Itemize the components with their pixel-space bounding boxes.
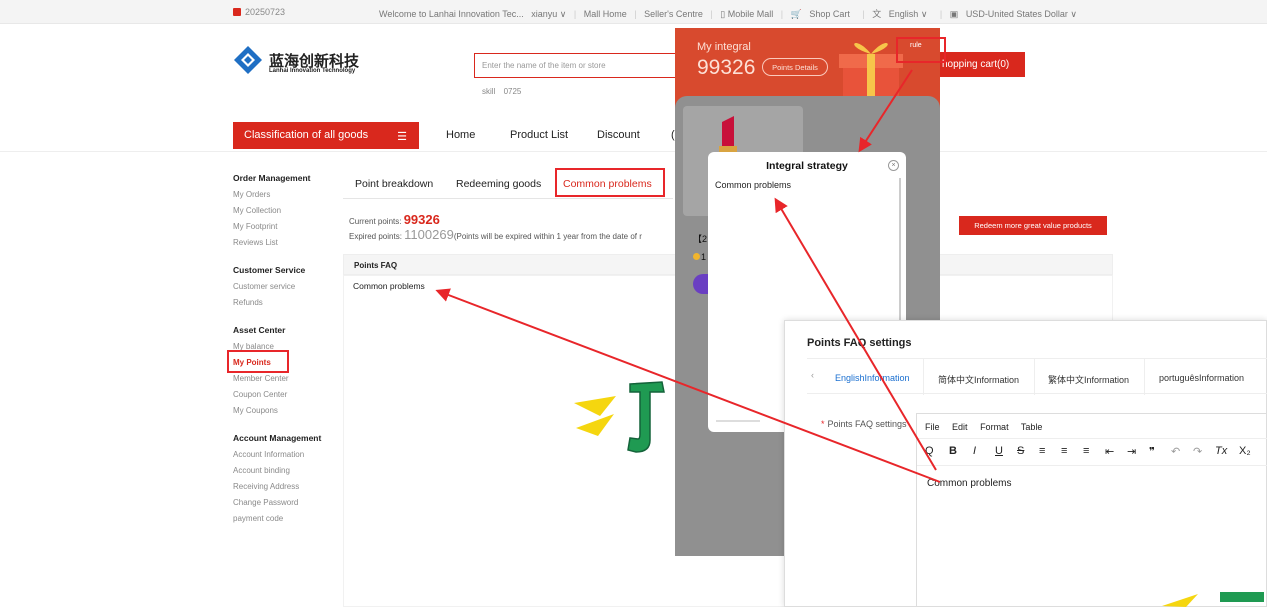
annotation-arrows [435,69,941,483]
screenshot-root: 20250723 Welcome to Lanhai Innovation Te… [0,0,1267,607]
